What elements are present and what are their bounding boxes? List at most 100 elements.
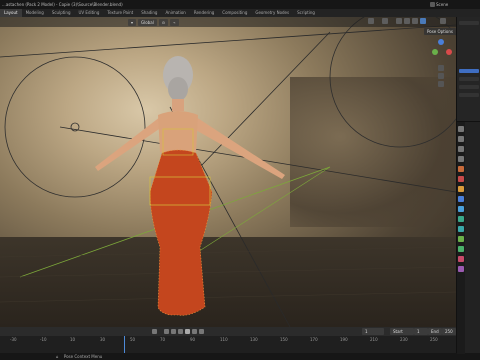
material-tab-icon[interactable] [458,256,464,262]
constraints-tab-icon[interactable] [458,226,464,232]
object-tab-icon[interactable] [458,186,464,192]
tool-tab-icon[interactable] [458,126,464,132]
pose-options-dropdown[interactable]: Pose Options [424,28,456,35]
tab-animation[interactable]: Animation [161,9,189,17]
gizmo-z-axis-icon[interactable] [438,39,444,45]
orientation-selector[interactable]: Global [138,18,157,26]
playhead[interactable] [124,336,125,353]
playback-controls: 1 Start 1 End 250 [0,327,456,336]
jump-start-icon[interactable] [164,329,169,334]
rig-line [0,24,456,58]
xray-icon[interactable] [382,18,388,24]
workspace-tabs: Layout Modeling Sculpting UV Editing Tex… [0,9,480,17]
scene-selector[interactable]: Scene [436,0,448,9]
frame-tick: -10 [40,337,47,342]
camera-view-icon[interactable] [438,81,444,87]
modifier-tab-icon[interactable] [458,196,464,202]
navigation-gizmo[interactable] [428,37,454,89]
frame-tick: 50 [130,337,136,342]
tab-compositing[interactable]: Compositing [218,9,251,17]
frame-tick: 250 [430,337,438,342]
material-shading-icon[interactable] [412,18,418,24]
gizmo-x-axis-icon[interactable] [446,49,452,55]
current-frame-field[interactable]: 1 [362,328,384,335]
scene-tab-icon[interactable] [458,166,464,172]
start-frame-label: Start [390,328,414,335]
zoom-icon[interactable] [438,65,444,71]
tab-modeling[interactable]: Modeling [22,9,48,17]
character-model[interactable] [95,56,285,316]
frame-tick: 130 [250,337,258,342]
character-left-arm [95,117,162,171]
next-keyframe-icon[interactable] [192,329,197,334]
frame-tick: 210 [370,337,378,342]
ik-control-circle[interactable] [4,56,146,198]
editor-type-button[interactable]: ▾ [128,18,137,26]
scene-icon[interactable] [430,2,435,7]
tab-sculpting[interactable]: Sculpting [48,9,75,17]
pivot-button[interactable]: ⊙ [158,18,169,26]
mouse-icon: ⌂ [56,354,59,359]
physics-tab-icon[interactable] [458,216,464,222]
output-tab-icon[interactable] [458,146,464,152]
character-neck [172,99,184,111]
frame-tick: 30 [100,337,106,342]
viewport-scene [0,17,456,327]
timeline-editor[interactable]: 1 Start 1 End 250 -30 -10 10 30 50 70 90… [0,327,456,353]
view-layer-tab-icon[interactable] [458,156,464,162]
status-bar: ⌂ Pose Context Menu [0,353,480,360]
prev-keyframe-icon[interactable] [171,329,176,334]
blender-window: ...astachen (Pack 2 Model) - Copie (3)\S… [0,0,480,360]
frame-tick: 170 [310,337,318,342]
render-shading-icon[interactable] [420,18,426,24]
overlay-icon[interactable] [368,18,374,24]
tab-texture-paint[interactable]: Texture Paint [103,9,137,17]
outliner-row[interactable] [459,85,479,89]
tab-geometry-nodes[interactable]: Geometry Nodes [251,9,293,17]
particles-tab-icon[interactable] [458,206,464,212]
solid-shading-icon[interactable] [404,18,410,24]
snap-button[interactable]: ⌁ [170,18,179,26]
outliner-row-selected[interactable] [459,69,479,73]
shading-options-icon[interactable] [440,18,446,24]
character-back [158,111,198,156]
record-icon[interactable] [152,329,157,334]
frame-ruler[interactable]: -30 -10 10 30 50 70 90 110 130 150 170 1… [0,336,456,353]
outliner-row[interactable] [459,21,479,25]
character-dress [150,150,212,316]
texture-tab-icon[interactable] [458,266,464,272]
world-tab-icon[interactable] [458,176,464,182]
render-tab-icon[interactable] [458,136,464,142]
outliner-panel[interactable] [456,17,480,121]
outliner-row[interactable] [459,93,479,97]
gizmo-y-axis-icon[interactable] [432,49,438,55]
frame-tick: -30 [10,337,17,342]
pan-icon[interactable] [438,73,444,79]
status-hint: Pose Context Menu [63,354,103,359]
properties-tabs [457,122,465,354]
wireframe-shading-icon[interactable] [396,18,402,24]
3d-viewport[interactable]: ▾ Global ⊙ ⌁ Pose Options [0,17,456,327]
viewport-header: ▾ Global ⊙ ⌁ [0,17,456,27]
play-reverse-icon[interactable] [178,329,183,334]
frame-tick: 230 [400,337,408,342]
tab-rendering[interactable]: Rendering [190,9,218,17]
data-tab-icon[interactable] [458,236,464,242]
bone-tab-icon[interactable] [458,246,464,252]
outliner-row[interactable] [459,77,479,81]
end-frame-field[interactable]: 250 [442,328,456,335]
frame-tick: 70 [160,337,166,342]
play-icon[interactable] [185,329,190,334]
frame-tick: 10 [70,337,76,342]
properties-panel[interactable] [456,121,480,354]
window-title: ...astachen (Pack 2 Model) - Copie (3)\S… [2,2,123,7]
tab-layout[interactable]: Layout [0,9,22,17]
jump-end-icon[interactable] [199,329,204,334]
tab-shading[interactable]: Shading [137,9,161,17]
floor-grid [0,246,456,303]
title-bar: ...astachen (Pack 2 Model) - Copie (3)\S… [0,0,480,9]
tab-uv-editing[interactable]: UV Editing [75,9,104,17]
tab-scripting[interactable]: Scripting [293,9,319,17]
end-frame-label: End [428,328,442,335]
start-frame-field[interactable]: 1 [414,328,428,335]
